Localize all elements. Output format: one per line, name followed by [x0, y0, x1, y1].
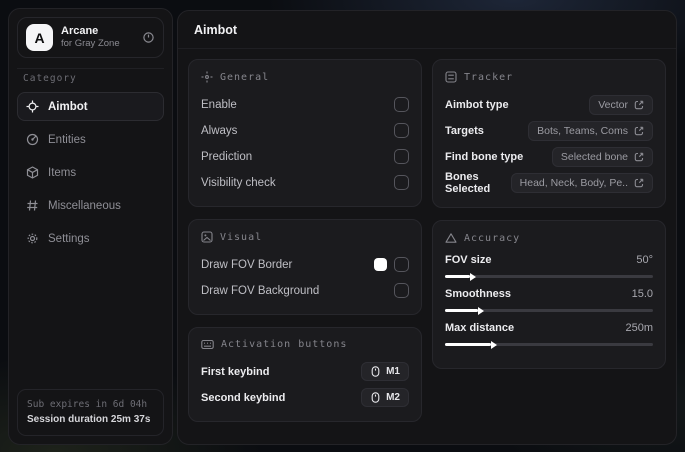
radar-icon	[26, 133, 39, 146]
fov-border-color-swatch[interactable]	[374, 258, 387, 271]
setting-row-aimbot-type: Aimbot type Vector	[445, 93, 653, 116]
smoothness-value: 15.0	[631, 288, 653, 300]
fov-size-value: 50°	[636, 254, 653, 266]
setting-row-bones-selected: Bones Selected Head, Neck, Body, Pe..	[445, 171, 653, 195]
setting-row-always: Always	[201, 119, 409, 142]
slider-fill	[445, 343, 491, 346]
sidebar-nav: Aimbot Entities Items Miscellaneous Sett…	[17, 92, 164, 253]
keyboard-icon	[201, 339, 214, 350]
setting-row-enable: Enable	[201, 93, 409, 116]
image-icon	[201, 231, 213, 243]
visibility-check-checkbox[interactable]	[394, 175, 409, 190]
expand-icon	[634, 152, 644, 162]
card-visual: Visual Draw FOV Border Draw FOV Backgrou…	[188, 219, 422, 315]
card-general: General Enable Always Prediction Visibil…	[188, 59, 422, 207]
mouse-icon	[370, 366, 381, 377]
power-icon[interactable]	[142, 31, 155, 44]
session-duration-text: Session duration 25m 37s	[27, 414, 151, 425]
slider-fill	[445, 275, 470, 278]
hash-icon	[26, 199, 39, 212]
scan-icon	[445, 71, 457, 83]
setting-row-find-bone-type: Find bone type Selected bone	[445, 145, 653, 168]
setting-row-targets: Targets Bots, Teams, Coms	[445, 119, 653, 142]
sidebar-item-label: Miscellaneous	[48, 199, 121, 212]
app-logo-card: A Arcane for Gray Zone	[17, 17, 164, 58]
sub-expires-text: Sub expires in 6d 04h	[27, 398, 148, 410]
slider-smoothness: Smoothness 15.0	[445, 288, 653, 312]
fov-size-slider[interactable]	[445, 275, 653, 278]
sidebar-item-label: Items	[48, 166, 77, 179]
slider-fov-size: FOV size 50°	[445, 254, 653, 278]
sidebar-item-label: Entities	[48, 133, 86, 146]
expand-icon	[634, 178, 644, 188]
app-name: Arcane	[61, 24, 99, 37]
sidebar-item-label: Aimbot	[48, 100, 88, 113]
card-title: Activation buttons	[221, 339, 348, 350]
draw-fov-background-checkbox[interactable]	[394, 283, 409, 298]
enable-checkbox[interactable]	[394, 97, 409, 112]
prediction-checkbox[interactable]	[394, 149, 409, 164]
second-keybind-button[interactable]: M2	[361, 388, 409, 407]
card-accuracy: Accuracy FOV size 50° Smoothness 15.0 Ma…	[432, 220, 666, 369]
max-distance-value: 250m	[625, 322, 653, 334]
setting-row-first-keybind: First keybind M1	[201, 360, 409, 383]
always-checkbox[interactable]	[394, 123, 409, 138]
expand-icon	[634, 100, 644, 110]
card-activation-buttons: Activation buttons First keybind M1 Seco…	[188, 327, 422, 422]
aimbot-type-select[interactable]: Vector	[589, 94, 653, 115]
sidebar-item-label: Settings	[48, 232, 90, 245]
setting-row-visibility-check: Visibility check	[201, 171, 409, 194]
setting-row-prediction: Prediction	[201, 145, 409, 168]
slider-fill	[445, 309, 479, 312]
setting-row-second-keybind: Second keybind M2	[201, 386, 409, 409]
smoothness-slider[interactable]	[445, 309, 653, 312]
targets-select[interactable]: Bots, Teams, Coms	[528, 120, 653, 141]
main-panel: Aimbot General Enable Always Prediction …	[177, 10, 677, 445]
card-title: Tracker	[464, 71, 514, 83]
content: General Enable Always Prediction Visibil…	[178, 49, 676, 432]
expand-icon	[634, 126, 644, 136]
crosshair-icon	[201, 71, 213, 83]
bones-selected-select[interactable]: Head, Neck, Body, Pe..	[510, 173, 653, 193]
card-tracker: Tracker Aimbot type Vector Targets Bots,…	[432, 59, 666, 208]
sidebar: A Arcane for Gray Zone Category Aimbot E…	[8, 8, 173, 445]
crosshair-icon	[26, 100, 39, 113]
first-keybind-button[interactable]: M1	[361, 362, 409, 381]
max-distance-slider[interactable]	[445, 343, 653, 346]
sidebar-item-entities[interactable]: Entities	[17, 125, 164, 154]
category-label: Category	[17, 68, 164, 92]
sidebar-item-items[interactable]: Items	[17, 158, 164, 187]
subscription-box: Sub expires in 6d 04h Session duration 2…	[17, 388, 164, 436]
sidebar-item-settings[interactable]: Settings	[17, 224, 164, 253]
card-title: Accuracy	[464, 232, 521, 244]
setting-row-draw-fov-background: Draw FOV Background	[201, 279, 409, 302]
find-bone-type-select[interactable]: Selected bone	[551, 146, 653, 167]
page-title: Aimbot	[194, 23, 238, 37]
cube-icon	[26, 166, 39, 179]
mouse-icon	[370, 392, 381, 403]
triangle-icon	[445, 232, 457, 244]
card-title: Visual	[220, 231, 263, 243]
app-logo: A	[26, 24, 53, 51]
sidebar-item-miscellaneous[interactable]: Miscellaneous	[17, 191, 164, 220]
app-subtitle: for Gray Zone	[61, 38, 120, 50]
draw-fov-border-checkbox[interactable]	[394, 257, 409, 272]
slider-max-distance: Max distance 250m	[445, 322, 653, 346]
sidebar-item-aimbot[interactable]: Aimbot	[17, 92, 164, 121]
card-title: General	[220, 71, 270, 83]
gear-icon	[26, 232, 39, 245]
setting-row-draw-fov-border: Draw FOV Border	[201, 253, 409, 276]
main-header: Aimbot	[178, 11, 676, 49]
